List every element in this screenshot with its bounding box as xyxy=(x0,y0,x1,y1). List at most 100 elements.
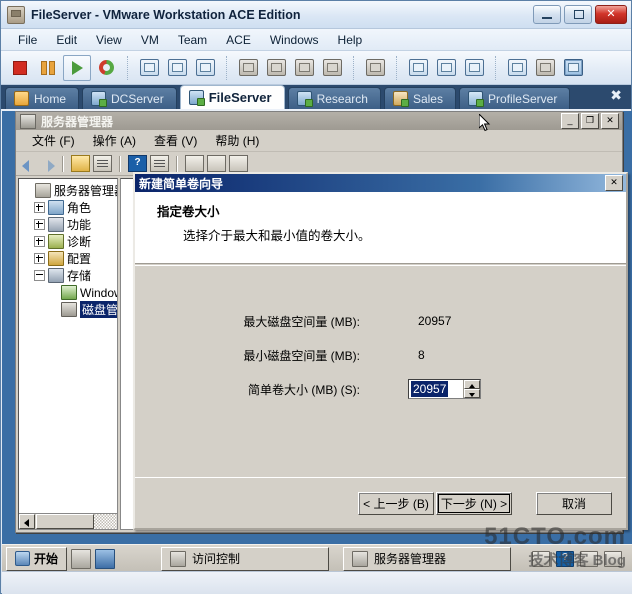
show-sidebar-icon[interactable] xyxy=(405,56,431,80)
play-icon[interactable] xyxy=(63,54,91,81)
menu-edit[interactable]: Edit xyxy=(47,31,86,49)
menu-action-cn[interactable]: 操作 (A) xyxy=(85,130,144,151)
close-button[interactable]: ✕ xyxy=(601,113,619,129)
tree-item-storage[interactable]: 存储 xyxy=(21,267,117,284)
close-tab-icon[interactable]: ✖ xyxy=(610,88,622,102)
expander-icon[interactable] xyxy=(34,253,45,264)
wizard-footer: < 上一步 (B) 下一步 (N) > 取消 xyxy=(135,477,626,528)
stepper-down-icon[interactable] xyxy=(464,389,480,398)
forward-arrow-icon[interactable] xyxy=(40,157,55,172)
removable-devices-icon[interactable] xyxy=(319,56,345,80)
back-button[interactable]: < 上一步 (B) xyxy=(358,491,434,515)
simple-volume-size-input[interactable]: 20957 xyxy=(409,380,463,398)
tab-research[interactable]: Research xyxy=(287,87,381,109)
close-button[interactable]: ✕ xyxy=(595,5,627,24)
max-disk-space-row: 最大磁盘空间量 (MB): 20957 xyxy=(135,304,626,338)
stepper-buttons xyxy=(463,380,480,398)
menu-help[interactable]: Help xyxy=(329,31,372,49)
summary-view-icon[interactable] xyxy=(532,56,558,80)
tree-item-windows-backup[interactable]: Windows xyxy=(21,284,117,301)
tree-item-features[interactable]: 功能 xyxy=(21,216,117,233)
menu-vm[interactable]: VM xyxy=(132,31,168,49)
tree-item-disk-management[interactable]: 磁盘管理 xyxy=(21,301,117,318)
send-cad-icon[interactable] xyxy=(362,56,388,80)
stop-icon[interactable] xyxy=(7,56,33,80)
taskbar-item-access-control[interactable]: 访问控制 xyxy=(161,546,330,571)
keyboard-icon[interactable] xyxy=(532,550,550,567)
console-view-icon[interactable] xyxy=(560,56,586,80)
tree-item-label: 角色 xyxy=(67,201,92,215)
show-hide-tree-icon[interactable] xyxy=(93,155,112,172)
access-control-icon xyxy=(170,550,187,567)
start-button[interactable]: 开始 xyxy=(6,546,68,571)
up-folder-icon[interactable] xyxy=(71,155,90,172)
restore-button[interactable]: ❐ xyxy=(581,113,599,129)
team-settings-icon[interactable] xyxy=(504,56,530,80)
tab-label: FileServer xyxy=(208,90,272,105)
snapshot-revert-icon[interactable] xyxy=(164,56,190,80)
scrollbar-track[interactable] xyxy=(94,514,117,529)
maximize-button[interactable] xyxy=(564,5,592,24)
pause-icon[interactable] xyxy=(35,56,61,80)
stepper-up-icon[interactable] xyxy=(464,380,480,389)
menu-file[interactable]: File xyxy=(9,31,46,49)
expander-icon[interactable] xyxy=(34,270,45,281)
cancel-button[interactable]: 取消 xyxy=(536,491,612,515)
export-list-icon[interactable] xyxy=(185,155,204,172)
new-window-icon[interactable] xyxy=(229,155,248,172)
snapshot-take-icon[interactable] xyxy=(136,56,162,80)
snapshot-manager-icon[interactable] xyxy=(192,56,218,80)
minimize-button[interactable] xyxy=(533,5,561,24)
tab-fileserver[interactable]: FileServer xyxy=(179,85,285,109)
window-titlebar: FileServer - VMware Workstation ACE Edit… xyxy=(1,1,631,29)
flag-icon[interactable] xyxy=(604,550,622,567)
minimize-button[interactable]: _ xyxy=(561,113,579,129)
expander-icon[interactable] xyxy=(34,202,45,213)
back-arrow-icon[interactable] xyxy=(22,157,37,172)
refresh-icon[interactable] xyxy=(207,155,226,172)
close-icon[interactable]: ✕ xyxy=(605,175,623,191)
scroll-left-icon[interactable] xyxy=(19,514,35,529)
vm-settings-icon[interactable] xyxy=(291,56,317,80)
menu-view-cn[interactable]: 查看 (V) xyxy=(146,130,205,151)
clone-multiple-icon[interactable] xyxy=(263,56,289,80)
toolbar-separator xyxy=(396,55,399,80)
tree-item-diagnostics[interactable]: 诊断 xyxy=(21,233,117,250)
toolbar-separator xyxy=(62,155,64,172)
tree-item-server-manager[interactable]: 服务器管理器 xyxy=(21,182,117,199)
menu-windows[interactable]: Windows xyxy=(261,31,328,49)
server-manager-quick-icon[interactable] xyxy=(95,548,116,569)
menu-ace[interactable]: ACE xyxy=(217,31,260,49)
network-icon[interactable] xyxy=(580,550,598,567)
clone-icon[interactable] xyxy=(235,56,261,80)
tree-horizontal-scrollbar[interactable] xyxy=(19,513,117,529)
taskbar-item-server-manager[interactable]: 服务器管理器 xyxy=(343,546,512,571)
expander-icon[interactable] xyxy=(34,219,45,230)
menu-file-cn[interactable]: 文件 (F) xyxy=(24,130,83,151)
start-icon xyxy=(15,551,30,566)
tree-item-label: 功能 xyxy=(67,218,92,232)
menu-help-cn[interactable]: 帮助 (H) xyxy=(207,130,267,151)
tab-home[interactable]: Home xyxy=(5,87,80,109)
toolbar-separator xyxy=(127,55,130,80)
reset-icon[interactable] xyxy=(93,56,119,80)
properties-icon[interactable] xyxy=(150,155,169,172)
help-tray-icon[interactable]: ? xyxy=(556,550,574,567)
fullscreen-icon[interactable] xyxy=(433,56,459,80)
tree-item-configuration[interactable]: 配置 xyxy=(21,250,117,267)
quick-switch-icon[interactable] xyxy=(461,56,487,80)
next-button[interactable]: 下一步 (N) > xyxy=(436,491,512,515)
scrollbar-thumb[interactable] xyxy=(36,514,94,529)
show-desktop-icon[interactable] xyxy=(71,548,92,569)
tree-item-roles[interactable]: 角色 xyxy=(21,199,117,216)
menu-view[interactable]: View xyxy=(87,31,131,49)
menu-team[interactable]: Team xyxy=(169,31,216,49)
tab-sales[interactable]: Sales xyxy=(383,87,456,109)
expander-icon[interactable] xyxy=(34,236,45,247)
simple-volume-size-stepper[interactable]: 20957 xyxy=(408,379,481,399)
help-icon[interactable]: ? xyxy=(128,155,147,172)
guest-taskbar: 开始 访问控制 服务器管理器 ? xyxy=(2,544,632,572)
tab-profileserver[interactable]: ProfileServer xyxy=(458,87,571,109)
vmware-window-icon xyxy=(7,5,25,24)
tab-dcserver[interactable]: DCServer xyxy=(82,87,177,109)
